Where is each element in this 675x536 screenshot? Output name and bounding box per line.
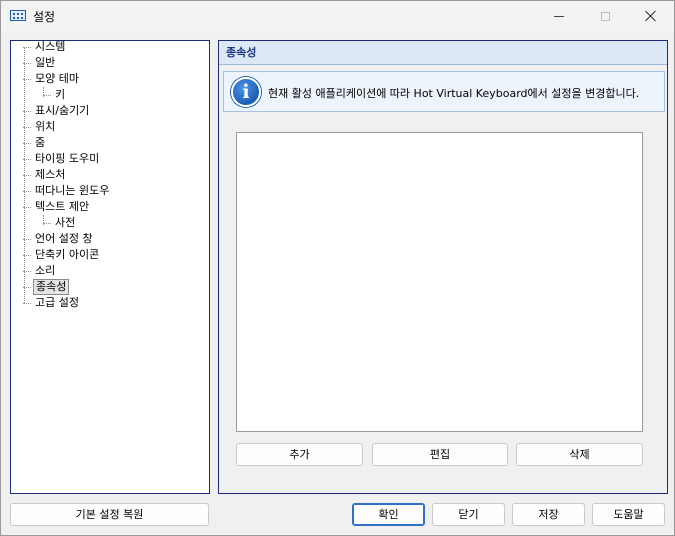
- tree-item-typing-assistant[interactable]: 타이핑 도우미: [23, 151, 101, 167]
- dependency-list[interactable]: [236, 132, 643, 432]
- info-banner: i 현재 활성 애플리케이션에 따라 Hot Virtual Keyboard에…: [223, 71, 665, 112]
- minimize-button[interactable]: [536, 1, 582, 31]
- dependencies-panel: 종속성 i 현재 활성 애플리케이션에 따라 Hot Virtual Keybo…: [218, 40, 668, 494]
- save-button[interactable]: 저장: [512, 503, 585, 526]
- settings-window: 설정 시스템 일반 모양 테마 키 표시/숨기기 위치 줌 타이핑 도우미 제스…: [0, 0, 675, 536]
- tree-item-floating-window[interactable]: 떠다니는 윈도우: [23, 183, 111, 199]
- maximize-button[interactable]: [582, 1, 628, 31]
- tree-item-language-window[interactable]: 언어 설정 창: [23, 231, 95, 247]
- maximize-icon: [600, 11, 610, 21]
- tree-item-zoom[interactable]: 줌: [23, 135, 47, 151]
- info-text: 현재 활성 애플리케이션에 따라 Hot Virtual Keyboard에서 …: [268, 87, 640, 100]
- minimize-icon: [554, 15, 564, 17]
- tree-item-show-hide[interactable]: 표시/숨기기: [23, 103, 91, 119]
- window-title: 설정: [33, 10, 56, 24]
- tree-item-sound[interactable]: 소리: [23, 263, 57, 279]
- close-window-button[interactable]: [628, 1, 674, 31]
- tree-item-dependencies[interactable]: 종속성: [23, 279, 70, 295]
- delete-button[interactable]: 삭제: [516, 443, 643, 466]
- tree-item-system[interactable]: 시스템: [23, 39, 67, 55]
- close-icon: [645, 10, 657, 22]
- title-bar: 설정: [1, 1, 674, 31]
- keyboard-icon: [10, 10, 26, 21]
- panel-title: 종속성: [219, 41, 667, 65]
- help-button[interactable]: 도움말: [592, 503, 665, 526]
- tree-item-dictionary[interactable]: 사전: [43, 215, 77, 231]
- tree-item-keys[interactable]: 키: [43, 87, 67, 103]
- tree-item-general[interactable]: 일반: [23, 55, 57, 71]
- info-icon: i: [231, 77, 261, 107]
- tree-item-shortcut-icon[interactable]: 단축키 아이콘: [23, 247, 101, 263]
- tree-item-text-suggestions[interactable]: 텍스트 제안: [23, 199, 91, 215]
- settings-tree[interactable]: 시스템 일반 모양 테마 키 표시/숨기기 위치 줌 타이핑 도우미 제스처 떠…: [10, 40, 210, 494]
- ok-button[interactable]: 확인: [352, 503, 425, 526]
- add-button[interactable]: 추가: [236, 443, 363, 466]
- close-button[interactable]: 닫기: [432, 503, 505, 526]
- restore-defaults-button[interactable]: 기본 설정 복원: [10, 503, 209, 526]
- tree-item-gestures[interactable]: 제스처: [23, 167, 67, 183]
- edit-button[interactable]: 편집: [372, 443, 508, 466]
- tree-item-position[interactable]: 위치: [23, 119, 57, 135]
- tree-item-advanced[interactable]: 고급 설정: [23, 295, 81, 311]
- tree-item-theme[interactable]: 모양 테마: [23, 71, 81, 87]
